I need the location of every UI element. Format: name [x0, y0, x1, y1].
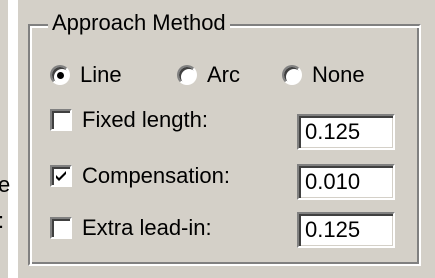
clipped-label-fragment: :	[0, 210, 4, 232]
checkmark-icon	[56, 171, 66, 181]
radio-line[interactable]: Line	[50, 62, 122, 88]
radio-circle-icon	[50, 65, 70, 85]
extra-lead-in-label: Extra lead-in:	[82, 215, 212, 240]
radio-circle-icon	[282, 65, 302, 85]
compensation-label: Compensation:	[82, 163, 230, 188]
compensation-field[interactable]	[297, 164, 395, 200]
compensation-row: Compensation:	[50, 162, 230, 190]
fixed-length-field[interactable]	[297, 114, 395, 150]
radio-line-label: Line	[80, 62, 122, 87]
radio-none[interactable]: None	[282, 62, 365, 88]
radio-none-label: None	[312, 62, 365, 87]
left-margin-strip	[8, 0, 18, 278]
extra-lead-in-checkbox[interactable]	[50, 217, 72, 239]
fixed-length-row: Fixed length:	[50, 106, 208, 134]
radio-circle-icon	[177, 65, 197, 85]
clipped-label-fragment: e	[0, 172, 11, 197]
radio-selected-dot-icon	[57, 72, 64, 79]
extra-lead-in-field[interactable]	[297, 212, 395, 248]
compensation-checkbox[interactable]	[50, 165, 72, 187]
radio-arc[interactable]: Arc	[177, 62, 240, 88]
extra-lead-in-row: Extra lead-in:	[50, 214, 212, 242]
radio-arc-label: Arc	[207, 62, 240, 87]
fixed-length-label: Fixed length:	[82, 107, 208, 132]
groupbox-title: Approach Method	[48, 8, 230, 38]
fixed-length-checkbox[interactable]	[50, 109, 72, 131]
